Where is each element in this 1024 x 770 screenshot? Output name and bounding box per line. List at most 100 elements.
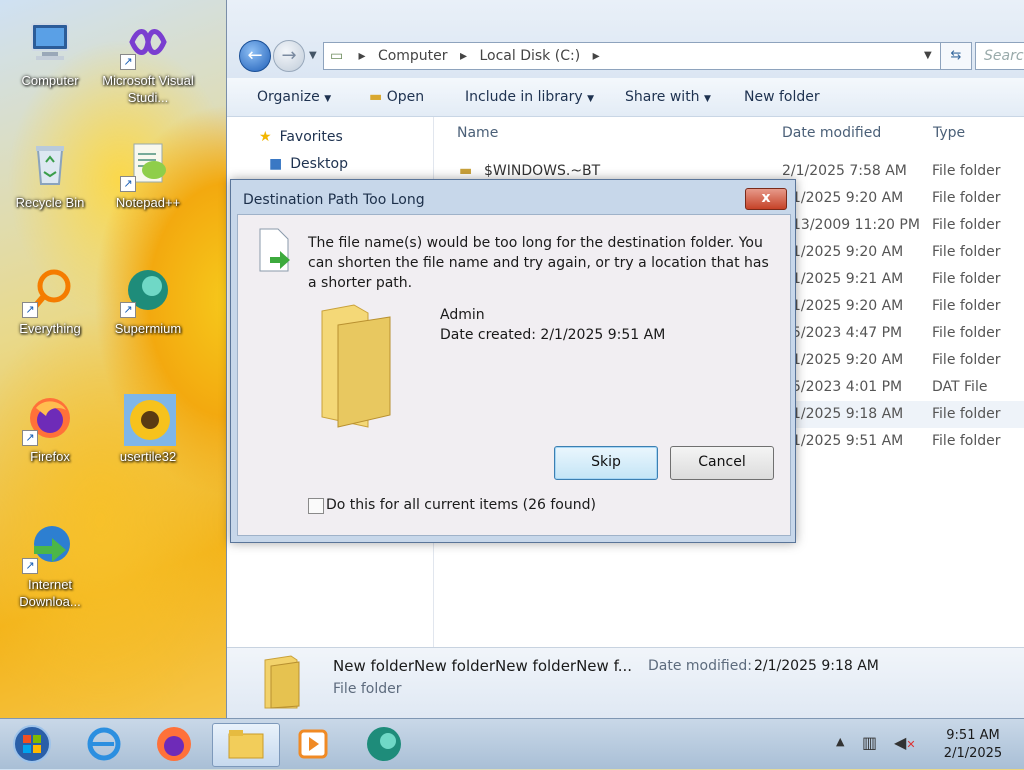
address-dropdown-icon[interactable]: ▼ — [924, 43, 932, 69]
destination-path-too-long-dialog: Destination Path Too Long x The file nam… — [230, 179, 796, 543]
breadcrumb-computer[interactable]: Computer — [378, 43, 448, 69]
taskbar-explorer-active[interactable] — [212, 723, 280, 767]
file-type: File folder — [932, 298, 1001, 314]
column-header-type[interactable]: Type — [933, 117, 965, 149]
start-button[interactable] — [4, 723, 60, 765]
taskbar-internet-explorer[interactable] — [74, 723, 132, 765]
shortcut-arrow-icon: ↗ — [120, 54, 136, 70]
taskbar-media-player[interactable] — [284, 723, 342, 765]
supermium-icon: ↗ — [120, 266, 172, 318]
large-folder-icon — [318, 301, 422, 433]
share-with-button[interactable]: Share with ▼ — [625, 89, 711, 105]
item-date-created: Date created: 2/1/2025 9:51 AM — [440, 327, 666, 343]
address-bar[interactable]: ▭ ▸ Computer ▸ Local Disk (C:) ▸ ▼ — [323, 42, 965, 70]
desktop-icon-label: Notepad++ — [115, 195, 181, 210]
apply-to-all-checkbox[interactable] — [308, 498, 324, 514]
desktop-icon-label: Firefox — [30, 449, 70, 464]
open-label: Open — [386, 89, 425, 105]
file-date: 1/2025 9:51 AM — [792, 433, 904, 449]
refresh-button[interactable]: ⇆ — [940, 42, 972, 70]
back-arrow-icon: ← — [247, 45, 263, 66]
column-header-name[interactable]: Name — [457, 117, 498, 149]
item-name: Admin — [440, 307, 485, 323]
recycle-bin-icon — [26, 140, 74, 188]
new-folder-button[interactable]: New folder — [744, 89, 820, 105]
file-type: DAT File — [932, 379, 988, 395]
command-bar: Organize ▼ ▬ Open Include in library ▼ S… — [227, 78, 1024, 117]
file-type: File folder — [932, 433, 1001, 449]
shortcut-arrow-icon: ↗ — [120, 302, 136, 318]
dialog-message: The file name(s) would be too long for t… — [308, 235, 769, 291]
computer-icon — [26, 18, 74, 66]
firefox-icon — [157, 727, 191, 761]
show-hidden-icons-button[interactable]: ▲ — [836, 735, 844, 748]
breadcrumb-local-disk[interactable]: Local Disk (C:) — [479, 43, 580, 69]
clock-date: 2/1/2025 — [943, 746, 1003, 761]
file-date: 1/2025 9:18 AM — [792, 406, 904, 422]
file-date: 1/2025 9:20 AM — [792, 298, 904, 314]
search-input[interactable]: Search — [975, 42, 1024, 70]
nav-desktop-label: Desktop — [290, 156, 348, 172]
desktop-icon-supermium[interactable]: ↗ Supermium — [100, 266, 196, 337]
apply-to-all-label[interactable]: Do this for all current items (26 found) — [326, 497, 596, 513]
skip-button[interactable]: Skip — [554, 446, 658, 480]
file-date: 5/2023 4:47 PM — [792, 325, 903, 341]
nav-favorites-label: Favorites — [279, 129, 343, 145]
everything-search-icon: ↗ — [22, 266, 74, 318]
desktop-icon-label: Recycle Bin — [15, 195, 85, 210]
nav-favorites[interactable]: ★ Favorites — [259, 129, 343, 145]
forward-button[interactable]: → — [273, 40, 305, 72]
desktop-icon-everything[interactable]: ↗ Everything — [2, 266, 98, 337]
supermium-icon — [367, 727, 401, 761]
breadcrumb-separator-icon[interactable]: ▸ — [460, 43, 467, 69]
folder-open-icon: ▬ — [369, 89, 383, 105]
desktop-icon-label: Microsoft Visual Studi... — [102, 73, 194, 105]
shortcut-arrow-icon: ↗ — [22, 558, 38, 574]
desktop-icon-label: Everything — [19, 321, 81, 336]
system-clock[interactable]: 9:51 AM 2/1/2025 — [928, 727, 1018, 763]
file-name: $WINDOWS.~BT — [484, 163, 601, 179]
include-in-library-button[interactable]: Include in library ▼ — [465, 89, 594, 105]
desktop-icon-notepad-plus-plus[interactable]: ↗ Notepad++ — [100, 140, 196, 211]
taskbar-firefox[interactable] — [144, 723, 202, 765]
clock-time: 9:51 AM — [946, 728, 1000, 743]
shortcut-arrow-icon: ↗ — [120, 176, 136, 192]
desktop-icon-label: Computer — [21, 73, 79, 88]
desktop-icon-internet-download-manager[interactable]: ↗ Internet Downloa... — [2, 522, 98, 610]
desktop-icon-usertile32[interactable]: usertile32 — [100, 394, 196, 465]
breadcrumb-separator-icon[interactable]: ▸ — [358, 43, 365, 69]
organize-button[interactable]: Organize ▼ — [257, 89, 331, 105]
breadcrumb-separator-icon[interactable]: ▸ — [593, 43, 600, 69]
desktop-icon-label: Supermium — [114, 321, 182, 336]
chevron-down-icon: ▼ — [587, 94, 595, 104]
file-date: 13/2009 11:20 PM — [792, 217, 920, 233]
nav-desktop[interactable]: ■ Desktop — [269, 156, 348, 172]
media-player-icon — [298, 729, 328, 759]
chevron-down-icon: ▼ — [704, 94, 711, 104]
include-in-library-label: Include in library — [465, 89, 583, 105]
close-button[interactable]: x — [745, 188, 787, 210]
recent-pages-dropdown-icon[interactable]: ▼ — [309, 50, 317, 61]
sunflower-image-icon — [124, 394, 176, 446]
desktop-icon-visual-studio[interactable]: ↗ Microsoft Visual Studi... — [100, 18, 196, 106]
taskbar-supermium[interactable] — [354, 723, 412, 765]
details-name: New folderNew folderNew folderNew f... — [333, 657, 633, 675]
file-date: 1/2025 9:20 AM — [792, 190, 904, 206]
back-button[interactable]: ← — [239, 40, 271, 72]
internet-explorer-icon — [87, 727, 121, 761]
internet-download-manager-icon: ↗ — [22, 522, 74, 574]
column-header-date-modified[interactable]: Date modified — [782, 117, 881, 149]
desktop-icon-firefox[interactable]: ↗ Firefox — [2, 394, 98, 465]
network-icon[interactable]: ▥ — [862, 733, 877, 752]
desktop-icon-computer[interactable]: Computer — [2, 18, 98, 89]
cancel-button[interactable]: Cancel — [670, 446, 774, 480]
details-type: File folder — [333, 681, 402, 697]
open-button[interactable]: ▬ Open — [369, 89, 424, 105]
folder-icon — [228, 730, 264, 759]
volume-muted-icon[interactable]: ◀✕ — [894, 733, 916, 752]
desktop-icon-recycle-bin[interactable]: Recycle Bin — [2, 140, 98, 211]
file-type: File folder — [932, 271, 1001, 287]
dialog-title: Destination Path Too Long — [243, 192, 425, 208]
close-icon: x — [761, 190, 771, 206]
file-type: File folder — [932, 217, 1001, 233]
